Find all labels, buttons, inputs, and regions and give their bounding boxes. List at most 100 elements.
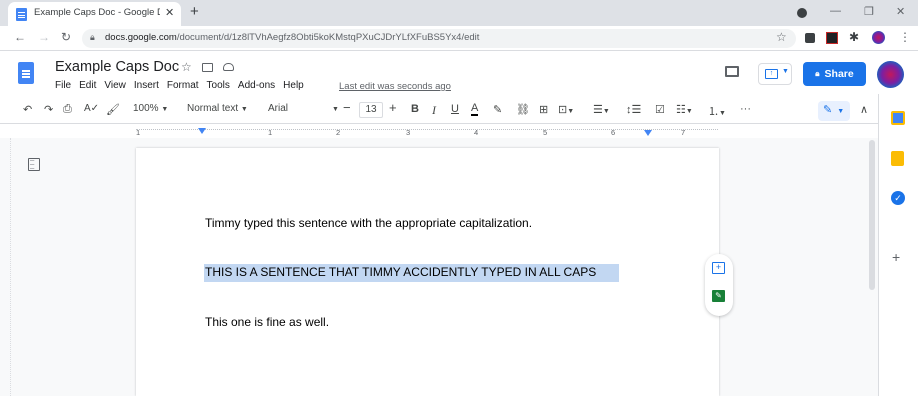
insert-image-icon[interactable]: ⊡▼ — [558, 103, 574, 116]
scrollbar-thumb[interactable] — [869, 140, 875, 290]
menu-file[interactable]: File — [55, 80, 71, 91]
forward-icon[interactable]: → — [38, 30, 50, 44]
ruler-mark: 1 — [268, 128, 273, 137]
font-size-input[interactable]: 13 — [359, 102, 383, 118]
chevron-down-icon: ▼ — [602, 108, 610, 115]
collapse-menus-icon[interactable]: ∧ — [860, 103, 868, 116]
add-comment-icon[interactable]: ⊞ — [539, 103, 548, 116]
menu-format[interactable]: Format — [167, 80, 199, 91]
italic-icon[interactable]: I — [432, 103, 436, 118]
share-button[interactable]: 🔒︎ Share — [803, 62, 866, 86]
menu-bar: File Edit View Insert Format Tools Add-o… — [55, 80, 304, 91]
underline-icon[interactable]: U — [451, 103, 459, 115]
style-value: Normal text — [187, 103, 239, 114]
tasks-icon[interactable]: ✓ — [891, 191, 905, 205]
document-line[interactable]: This one is fine as well. — [205, 315, 329, 329]
tab-title: Example Caps Doc - Google Docs — [34, 7, 160, 18]
add-addon-icon[interactable]: + — [892, 249, 900, 265]
new-tab-icon[interactable]: + — [190, 4, 199, 19]
menu-edit[interactable]: Edit — [79, 80, 96, 91]
bulleted-list-icon[interactable]: ☷▼ — [676, 103, 693, 116]
minimize-icon[interactable]: — — [830, 5, 841, 17]
menu-view[interactable]: View — [104, 80, 126, 91]
chevron-down-icon: ▼ — [837, 108, 845, 115]
zoom-select[interactable]: 100% ▼ — [133, 103, 168, 114]
formatting-toolbar: ↶ ↷ ⎙ A✓ 🖌︎ 100% ▼ Normal text ▼ Arial ▼ … — [0, 99, 878, 124]
lock-icon: 🔒︎ — [90, 32, 95, 42]
increase-font-size-icon[interactable]: + — [389, 100, 397, 115]
insert-link-icon[interactable]: ⛓︎ — [516, 103, 530, 116]
menu-help[interactable]: Help — [283, 80, 304, 91]
more-options-icon[interactable]: ··· — [740, 103, 751, 115]
vertical-ruler — [3, 138, 11, 396]
tab-close-icon[interactable]: ✕ — [165, 6, 174, 19]
reload-icon[interactable]: ↻ — [61, 30, 71, 44]
print-icon[interactable]: ⎙ — [63, 103, 72, 116]
move-folder-icon[interactable] — [202, 63, 213, 72]
keep-icon[interactable] — [891, 151, 904, 166]
docs-favicon-icon — [16, 8, 27, 21]
present-button[interactable]: ↑ ▼ — [758, 63, 792, 85]
document-outline-icon[interactable]: ─ ─ ─ — [28, 158, 40, 172]
maximize-icon[interactable]: ❐ — [864, 5, 874, 18]
address-bar[interactable]: 🔒︎ docs.google.com/document/d/1z8lTVhAeg… — [82, 29, 796, 48]
chevron-down-icon: ▼ — [567, 108, 575, 115]
ruler-mark: 1 — [136, 128, 141, 137]
zoom-value: 100% — [133, 103, 159, 114]
extensions-puzzle-icon[interactable]: ✱ — [849, 30, 859, 44]
numbered-list-icon[interactable]: ⒈▼ — [708, 103, 726, 119]
lock-icon: 🔒︎ — [815, 69, 820, 78]
back-icon[interactable]: ← — [14, 30, 26, 44]
docs-logo-icon[interactable] — [18, 62, 34, 84]
document-line[interactable]: Timmy typed this sentence with the appro… — [205, 216, 532, 230]
right-indent-marker[interactable] — [644, 130, 652, 136]
menu-insert[interactable]: Insert — [134, 80, 159, 91]
undo-icon[interactable]: ↶ — [23, 103, 32, 116]
ruler-mark: 6 — [611, 128, 616, 137]
browser-profile-icon[interactable] — [797, 8, 807, 18]
menu-tools[interactable]: Tools — [207, 80, 230, 91]
redo-icon[interactable]: ↷ — [44, 103, 53, 116]
bold-icon[interactable]: B — [411, 103, 419, 115]
chevron-down-icon: ▼ — [161, 106, 169, 113]
chevron-down-icon: ▼ — [332, 106, 339, 113]
line-spacing-icon[interactable]: ↕☰ — [626, 103, 641, 116]
document-line-selected[interactable]: THIS IS A SENTENCE THAT TIMMY ACCIDENTLY… — [205, 265, 596, 279]
browser-menu-icon[interactable]: ⋮ — [899, 30, 911, 44]
editing-mode-icon[interactable]: ✎ ▼ — [818, 101, 850, 121]
menu-add-ons[interactable]: Add-ons — [238, 80, 275, 91]
chevron-down-icon: ▼ — [685, 108, 693, 115]
style-select[interactable]: Normal text ▼ — [187, 103, 248, 114]
checklist-icon[interactable]: ☑ — [655, 103, 665, 116]
font-select[interactable]: Arial ▼ — [268, 103, 339, 114]
profile-avatar-icon[interactable] — [872, 31, 885, 44]
chevron-down-icon: ▼ — [240, 106, 248, 113]
suggest-edits-icon[interactable]: ✎ — [712, 290, 725, 302]
ruler-mark: 7 — [681, 128, 686, 137]
document-title[interactable]: Example Caps Doc — [55, 59, 179, 75]
close-window-icon[interactable]: ✕ — [896, 5, 905, 18]
cloud-status-icon[interactable] — [223, 63, 234, 71]
comment-history-icon[interactable] — [725, 66, 739, 77]
browser-tab[interactable]: Example Caps Doc - Google Docs ✕ — [8, 2, 181, 26]
spellcheck-icon[interactable]: A✓ — [84, 103, 99, 114]
extension-icon[interactable] — [826, 32, 838, 44]
paint-format-icon[interactable]: 🖌︎ — [106, 103, 120, 116]
calendar-icon[interactable] — [891, 111, 905, 125]
ruler-mark: 2 — [336, 128, 341, 137]
side-panel: ✓ + — [878, 94, 918, 396]
align-icon[interactable]: ☰▼ — [593, 103, 610, 116]
account-avatar[interactable] — [877, 61, 904, 88]
chevron-down-icon: ▼ — [719, 110, 726, 117]
left-indent-marker[interactable] — [198, 128, 206, 134]
decrease-font-size-icon[interactable]: − — [343, 100, 351, 115]
ruler-mark: 5 — [543, 128, 548, 137]
last-edit-link[interactable]: Last edit was seconds ago — [339, 81, 451, 92]
add-comment-icon[interactable]: + — [712, 262, 725, 274]
highlight-color-icon[interactable]: ✎ — [493, 103, 502, 116]
bookmark-star-icon[interactable]: ☆ — [776, 30, 787, 44]
star-icon[interactable]: ☆ — [181, 60, 192, 74]
text-color-icon[interactable]: A — [471, 103, 479, 116]
extension-icon[interactable] — [805, 33, 815, 43]
chevron-down-icon: ▼ — [782, 68, 789, 75]
